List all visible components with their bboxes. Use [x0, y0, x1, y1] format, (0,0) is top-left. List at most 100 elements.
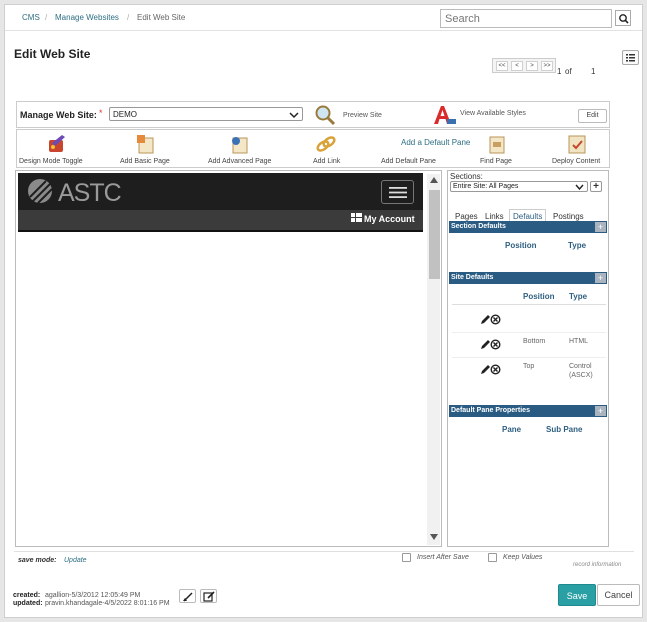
manage-site-label: Manage Web Site: — [20, 110, 97, 120]
styles-icon[interactable] — [431, 104, 457, 126]
preview-site-icon[interactable] — [313, 104, 337, 126]
divider — [14, 551, 634, 552]
find-page-label[interactable]: Find Page — [480, 158, 512, 165]
add-section-button[interactable]: + — [590, 181, 602, 192]
add-default-pane-label[interactable]: Add Default Pane — [381, 158, 436, 165]
site-default-position: Top — [523, 363, 535, 370]
site-defaults-col-position: Position — [523, 292, 555, 301]
find-page-icon[interactable] — [486, 134, 508, 154]
design-mode-icon[interactable] — [46, 134, 68, 154]
page-title: Edit Web Site — [14, 47, 91, 61]
save-mode-label: save mode: — [18, 557, 57, 564]
site-default-position: Bottom — [523, 338, 546, 345]
pane-col-pane: Pane — [502, 425, 522, 434]
pager-prev-button[interactable]: < — [511, 61, 523, 71]
search-input[interactable] — [440, 9, 612, 28]
breadcrumb-separator: / — [45, 13, 48, 22]
scroll-down-icon[interactable] — [430, 534, 438, 540]
breadcrumb-cms[interactable]: CMS — [22, 13, 40, 22]
pager-next-button[interactable]: > — [526, 61, 538, 71]
pane-col-subpane: Sub Pane — [546, 425, 583, 434]
tab-pages[interactable]: Pages — [455, 212, 478, 221]
page-toolbar: Design Mode Toggle Add Basic Page Add Ad… — [16, 129, 610, 168]
pager-total: 1 — [591, 67, 596, 76]
chevron-down-icon — [289, 112, 299, 119]
astc-logo-icon — [28, 179, 53, 204]
save-mode-value[interactable]: Update — [64, 557, 87, 564]
edit-delete-icons[interactable] — [480, 314, 502, 325]
search-icon — [619, 14, 629, 24]
add-pane-property-button[interactable]: + — [595, 406, 606, 416]
section-defaults-col-position: Position — [505, 241, 537, 250]
section-defaults-col-type: Type — [568, 241, 587, 250]
site-defaults-col-type: Type — [569, 292, 588, 301]
add-link-icon[interactable] — [315, 134, 337, 154]
menu-icon — [389, 187, 407, 198]
divider — [452, 304, 606, 305]
updated-label: updated: — [13, 600, 43, 607]
broom-icon — [183, 592, 193, 602]
edit-record-button[interactable] — [200, 589, 217, 603]
required-mark: * — [99, 108, 103, 118]
created-label: created: — [13, 592, 41, 599]
add-basic-page-label[interactable]: Add Basic Page — [120, 158, 170, 165]
pager-last-button[interactable]: >> — [541, 61, 553, 71]
edit-icon — [203, 591, 215, 602]
keep-values-checkbox[interactable] — [488, 553, 497, 562]
site-defaults-header: Site Defaults — [449, 272, 607, 284]
clear-button[interactable] — [179, 589, 196, 603]
insert-after-save-label: Insert After Save — [417, 554, 469, 561]
breadcrumb-manage-websites[interactable]: Manage Websites — [55, 13, 119, 22]
site-select[interactable]: DEMO — [109, 107, 303, 121]
updated-value: pravin.khandagale-4/5/2022 8:01:16 PM — [45, 600, 170, 607]
site-logo-text: ASTC — [58, 179, 122, 207]
save-button[interactable]: Save — [558, 584, 596, 606]
pager-first-button[interactable]: << — [496, 61, 508, 71]
add-basic-page-icon[interactable] — [135, 134, 157, 154]
pane-properties-header: Default Pane Properties — [449, 405, 607, 417]
hamburger-button[interactable] — [381, 180, 414, 204]
site-subheader — [18, 210, 423, 230]
tab-links[interactable]: Links — [485, 212, 504, 221]
scroll-up-icon[interactable] — [430, 177, 438, 183]
add-advanced-page-label[interactable]: Add Advanced Page — [208, 158, 271, 165]
site-default-type-suffix: (ASCX) — [569, 372, 593, 379]
sections-select[interactable]: Entire Site: All Pages — [450, 181, 588, 192]
edit-site-button[interactable]: Edit — [578, 109, 607, 123]
add-advanced-page-icon[interactable] — [229, 134, 251, 154]
account-icon — [351, 213, 362, 222]
add-section-default-button[interactable]: + — [595, 222, 606, 232]
add-default-pane-link[interactable]: Add a Default Pane — [401, 138, 470, 147]
site-header-rule — [18, 230, 423, 232]
deploy-content-label[interactable]: Deploy Content — [552, 158, 600, 165]
design-mode-label[interactable]: Design Mode Toggle — [19, 158, 83, 165]
chevron-down-icon — [575, 184, 584, 190]
my-account-link[interactable]: My Account — [364, 214, 415, 224]
sections-label: Sections: — [450, 172, 483, 181]
created-value: agallion-5/3/2012 12:05:49 PM — [45, 592, 141, 599]
divider — [452, 332, 606, 333]
keep-values-label: Keep Values — [503, 554, 543, 561]
view-styles-label[interactable]: View Available Styles — [460, 110, 526, 117]
preview-scroll-thumb[interactable] — [429, 190, 440, 279]
manage-site-row: Manage Web Site: * DEMO Preview Site Vie… — [16, 101, 610, 128]
sections-select-value: Entire Site: All Pages — [453, 183, 519, 190]
add-link-label[interactable]: Add Link — [313, 158, 340, 165]
list-icon — [626, 54, 635, 62]
add-site-default-button[interactable]: + — [595, 273, 606, 283]
deploy-content-icon[interactable] — [566, 134, 588, 154]
search-button[interactable] — [615, 10, 631, 26]
preview-site-label[interactable]: Preview Site — [343, 112, 382, 119]
divider — [452, 357, 606, 358]
breadcrumb-current: Edit Web Site — [137, 13, 186, 22]
cancel-button[interactable]: Cancel — [597, 584, 640, 606]
edit-delete-icons[interactable] — [480, 364, 502, 375]
app-window: CMS / Manage Websites / Edit Web Site Ed… — [4, 4, 643, 618]
edit-delete-icons[interactable] — [480, 339, 502, 350]
insert-after-save-checkbox[interactable] — [402, 553, 411, 562]
breadcrumb-separator: / — [127, 13, 130, 22]
pager: << < > >> — [492, 58, 556, 73]
tab-postings[interactable]: Postings — [553, 212, 584, 221]
list-view-button[interactable] — [622, 50, 639, 65]
record-information-link[interactable]: record information — [573, 562, 621, 568]
